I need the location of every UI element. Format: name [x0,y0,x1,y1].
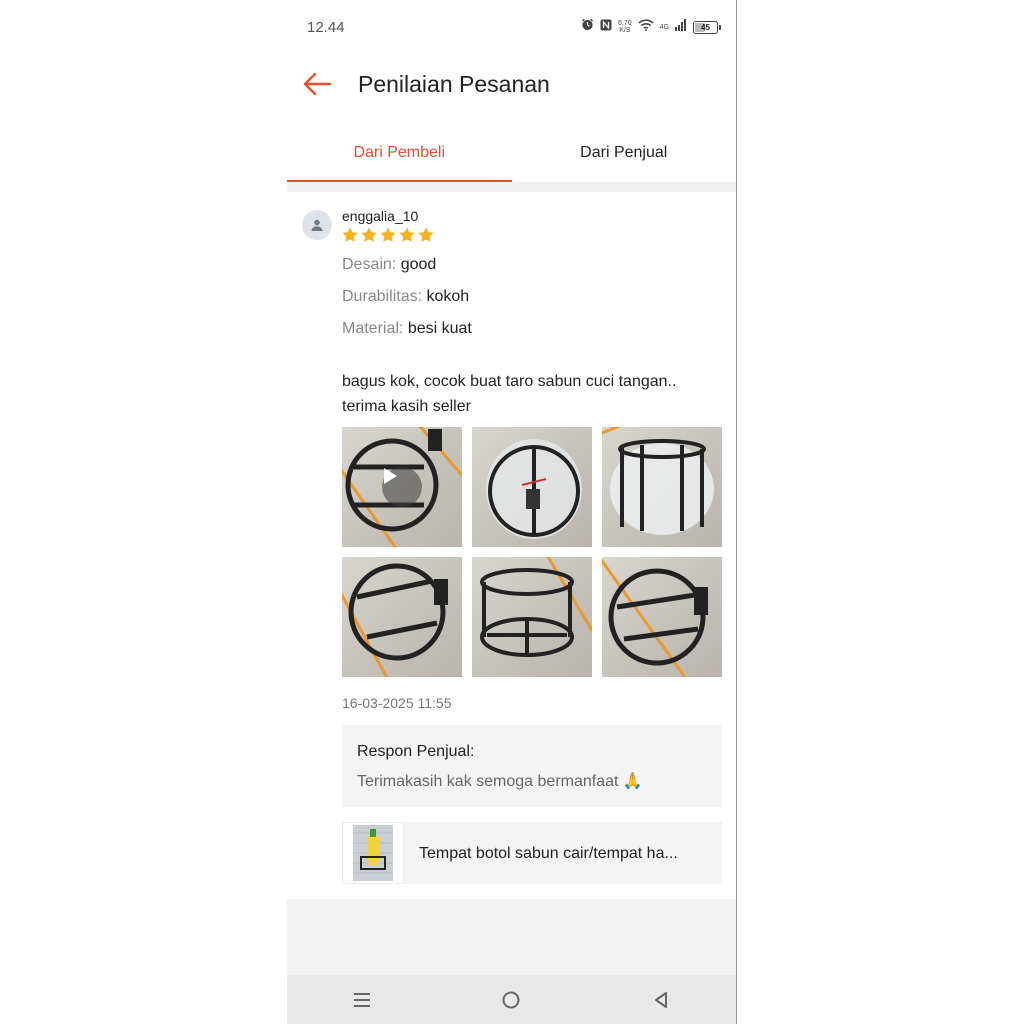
battery-level: 45 [701,22,710,32]
status-icons: 6,70 K/S 4G 45 [581,18,721,36]
net-speed-unit: K/S [619,27,631,34]
bottom-area [287,899,736,975]
back-nav-button[interactable] [641,980,681,1020]
review-photo[interactable] [472,427,592,547]
attribute-material: Material: besi kuat [342,320,472,338]
seller-response-text: Terimakasih kak semoga bermanfaat 🙏 [357,773,643,790]
star-icon [380,227,396,242]
screen-edge [736,0,737,1024]
review-photo[interactable] [602,427,722,547]
divider [287,182,736,192]
review-photo[interactable] [342,557,462,677]
back-button[interactable] [299,66,335,102]
status-time: 12.44 [307,19,345,36]
attribute-value: kokoh [426,288,470,305]
net-speed: 6,70 K/S [618,20,632,34]
arrow-left-icon [303,72,332,96]
page-title: Penilaian Pesanan [358,71,550,97]
seller-response: Respon Penjual: Terimakasih kak semoga b… [342,725,722,807]
home-button[interactable] [491,980,531,1020]
review-photo[interactable] [602,557,722,677]
triangle-back-icon [655,991,668,1008]
play-icon [384,468,397,484]
tab-dari-pembeli[interactable]: Dari Pembeli [287,128,512,182]
seller-response-title: Respon Penjual: [357,743,475,760]
nfc-icon [600,18,612,36]
circle-icon [502,991,520,1008]
star-rating [341,226,435,244]
product-name: Tempat botol sabun cair/tempat ha... [419,845,678,862]
user-icon [311,219,323,231]
network-type: 4G [659,23,669,31]
product-link[interactable]: Tempat botol sabun cair/tempat ha... [342,822,722,884]
reviewer-username: enggalia_10 [342,208,419,224]
tab-bar: Dari Pembeli Dari Penjual [287,128,736,182]
app-bar: Penilaian Pesanan [287,56,736,116]
attribute-desain: Desain: good [342,256,436,274]
phone-screen: 12.44 6,70 K/S 4G 45 Penilaian Pesanan D… [287,0,736,1024]
star-icon [361,227,377,242]
review-comment: bagus kok, cocok buat taro sabun cuci ta… [342,373,677,415]
avatar[interactable] [302,210,332,240]
signal-icon [675,18,687,36]
review-photo[interactable] [472,557,592,677]
attribute-key: Material: [342,320,404,337]
star-icon [418,227,434,242]
menu-icon [353,992,370,1007]
system-nav-bar [287,975,736,1024]
attribute-key: Desain: [342,256,397,273]
battery-icon: 45 [693,20,721,34]
status-bar: 12.44 6,70 K/S 4G 45 [287,0,736,56]
product-thumbnail [342,822,404,884]
review-date: 16-03-2025 11:55 [342,695,452,711]
attribute-value: besi kuat [407,320,472,337]
wifi-icon [638,18,654,36]
recent-apps-button[interactable] [342,980,382,1020]
star-icon [399,227,415,242]
attribute-value: good [400,256,437,273]
play-button[interactable] [382,467,422,507]
tab-dari-penjual[interactable]: Dari Penjual [512,128,737,182]
attribute-key: Durabilitas: [342,288,423,305]
star-icon [342,227,358,242]
alarm-icon [581,18,594,36]
review-video-thumbnail[interactable] [342,427,462,547]
attribute-durabilitas: Durabilitas: kokoh [342,288,469,306]
net-speed-value: 6,70 [618,20,632,27]
